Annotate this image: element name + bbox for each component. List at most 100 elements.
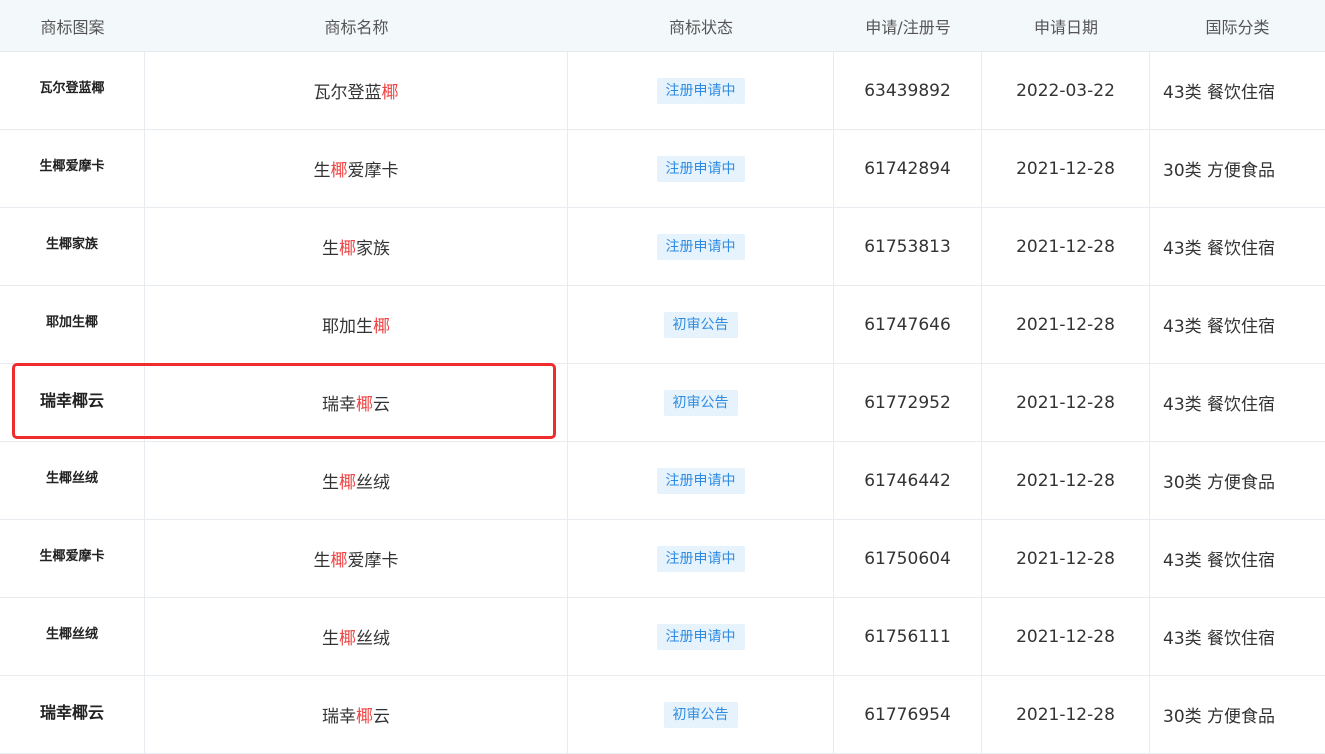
trademark-name[interactable]: 瑞幸椰云 — [145, 364, 568, 441]
status-badge: 初审公告 — [663, 701, 738, 728]
logo-text: 生椰丝绒 — [45, 627, 98, 642]
name-part: 生 — [313, 551, 331, 571]
reg-number: 61776954 — [834, 676, 982, 753]
trademark-status: 注册申请中 — [568, 208, 834, 285]
table-row[interactable]: 生椰家族 生椰家族 注册申请中 61753813 2021-12-28 43类 … — [0, 208, 1325, 286]
header-pattern: 商标图案 — [40, 17, 105, 37]
header-intl-class: 国际分类 — [1205, 17, 1270, 37]
trademark-logo: 生椰爱摩卡 — [0, 130, 145, 207]
trademark-logo: 瓦尔登蓝椰 — [0, 52, 145, 129]
logo-text: 瓦尔登蓝椰 — [39, 81, 105, 96]
table-row[interactable]: 生椰爱摩卡 生椰爱摩卡 注册申请中 61742894 2021-12-28 30… — [0, 130, 1325, 208]
trademark-status: 初审公告 — [568, 676, 834, 753]
reg-number: 61746442 — [834, 442, 982, 519]
name-part: 生 — [322, 473, 339, 493]
trademark-logo: 生椰家族 — [0, 208, 145, 285]
logo-text: 生椰爱摩卡 — [39, 549, 105, 564]
trademark-logo: 瑞幸椰云 — [0, 364, 145, 441]
apply-date: 2021-12-28 — [982, 442, 1150, 519]
name-part: 丝绒 — [356, 629, 390, 649]
name-part: 瑞幸 — [322, 707, 356, 727]
trademark-logo: 生椰丝绒 — [0, 442, 145, 519]
status-badge: 注册申请中 — [656, 545, 745, 572]
logo-text: 生椰爱摩卡 — [39, 159, 105, 174]
trademark-logo: 生椰丝绒 — [0, 598, 145, 675]
header-status: 商标状态 — [668, 17, 733, 37]
intl-class: 43类 餐饮住宿 — [1163, 239, 1276, 259]
apply-date: 2021-12-28 — [982, 130, 1150, 207]
logo-text: 瑞幸椰云 — [39, 702, 104, 722]
name-part: 生 — [322, 629, 339, 649]
reg-number: 61772952 — [834, 364, 982, 441]
name-highlight: 椰 — [356, 395, 373, 415]
trademark-status: 注册申请中 — [568, 442, 834, 519]
trademark-table: 商标图案 商标名称 商标状态 申请/注册号 申请日期 国际分类 瓦尔登蓝椰 瓦尔… — [0, 0, 1325, 754]
apply-date: 2021-12-28 — [982, 676, 1150, 753]
intl-class: 43类 餐饮住宿 — [1163, 395, 1276, 415]
name-part: 家族 — [356, 239, 390, 259]
status-badge: 注册申请中 — [656, 233, 745, 260]
status-badge: 注册申请中 — [656, 623, 745, 650]
name-part: 生 — [313, 161, 331, 181]
name-part: 爱摩卡 — [347, 551, 399, 571]
intl-class: 43类 餐饮住宿 — [1163, 83, 1276, 103]
name-highlight: 椰 — [356, 707, 373, 727]
status-badge: 注册申请中 — [656, 77, 745, 104]
apply-date: 2022-03-22 — [982, 52, 1150, 129]
table-row[interactable]: 瑞幸椰云 瑞幸椰云 初审公告 61776954 2021-12-28 30类 方… — [0, 676, 1325, 754]
reg-number: 61753813 — [834, 208, 982, 285]
intl-class: 43类 餐饮住宿 — [1163, 317, 1276, 337]
header-reg-no: 申请/注册号 — [865, 17, 951, 37]
name-highlight: 椰 — [330, 551, 348, 571]
trademark-name[interactable]: 生椰丝绒 — [145, 598, 568, 675]
trademark-name[interactable]: 耶加生椰 — [145, 286, 568, 363]
trademark-name[interactable]: 生椰家族 — [145, 208, 568, 285]
name-highlight: 椰 — [373, 317, 390, 337]
table-row[interactable]: 生椰爱摩卡 生椰爱摩卡 注册申请中 61750604 2021-12-28 43… — [0, 520, 1325, 598]
apply-date: 2021-12-28 — [982, 520, 1150, 597]
trademark-status: 注册申请中 — [568, 130, 834, 207]
table-row[interactable]: 瑞幸椰云 瑞幸椰云 初审公告 61772952 2021-12-28 43类 餐… — [0, 364, 1325, 442]
name-part: 云 — [373, 707, 390, 727]
trademark-name[interactable]: 生椰爱摩卡 — [145, 130, 568, 207]
name-highlight: 椰 — [381, 83, 399, 103]
intl-class: 30类 方便食品 — [1163, 707, 1276, 727]
intl-class: 43类 餐饮住宿 — [1163, 551, 1276, 571]
reg-number: 61756111 — [834, 598, 982, 675]
name-highlight: 椰 — [339, 629, 356, 649]
status-badge: 注册申请中 — [656, 467, 745, 494]
reg-number: 61750604 — [834, 520, 982, 597]
name-part: 瓦尔登蓝 — [313, 83, 382, 103]
logo-text: 耶加生椰 — [45, 315, 98, 330]
table-row[interactable]: 生椰丝绒 生椰丝绒 注册申请中 61746442 2021-12-28 30类 … — [0, 442, 1325, 520]
trademark-name[interactable]: 生椰丝绒 — [145, 442, 568, 519]
trademark-logo: 瑞幸椰云 — [0, 676, 145, 753]
header-name: 商标名称 — [324, 17, 389, 37]
trademark-name[interactable]: 瑞幸椰云 — [145, 676, 568, 753]
trademark-logo: 耶加生椰 — [0, 286, 145, 363]
trademark-name[interactable]: 生椰爱摩卡 — [145, 520, 568, 597]
header-date: 申请日期 — [1033, 17, 1098, 37]
table-header: 商标图案 商标名称 商标状态 申请/注册号 申请日期 国际分类 — [0, 0, 1325, 52]
status-badge: 初审公告 — [663, 389, 738, 416]
intl-class: 43类 餐饮住宿 — [1163, 629, 1276, 649]
trademark-name[interactable]: 瓦尔登蓝椰 — [145, 52, 568, 129]
apply-date: 2021-12-28 — [982, 598, 1150, 675]
name-part: 云 — [373, 395, 390, 415]
reg-number: 61747646 — [834, 286, 982, 363]
status-badge: 初审公告 — [663, 311, 738, 338]
table-row[interactable]: 耶加生椰 耶加生椰 初审公告 61747646 2021-12-28 43类 餐… — [0, 286, 1325, 364]
apply-date: 2021-12-28 — [982, 364, 1150, 441]
trademark-status: 注册申请中 — [568, 52, 834, 129]
name-part: 生 — [322, 239, 339, 259]
table-row[interactable]: 瓦尔登蓝椰 瓦尔登蓝椰 注册申请中 63439892 2022-03-22 43… — [0, 52, 1325, 130]
trademark-status: 注册申请中 — [568, 598, 834, 675]
name-part: 爱摩卡 — [347, 161, 399, 181]
table-row[interactable]: 生椰丝绒 生椰丝绒 注册申请中 61756111 2021-12-28 43类 … — [0, 598, 1325, 676]
name-highlight: 椰 — [330, 161, 348, 181]
apply-date: 2021-12-28 — [982, 286, 1150, 363]
intl-class: 30类 方便食品 — [1163, 473, 1276, 493]
status-badge: 注册申请中 — [656, 155, 745, 182]
reg-number: 61742894 — [834, 130, 982, 207]
logo-text: 生椰家族 — [45, 237, 98, 252]
